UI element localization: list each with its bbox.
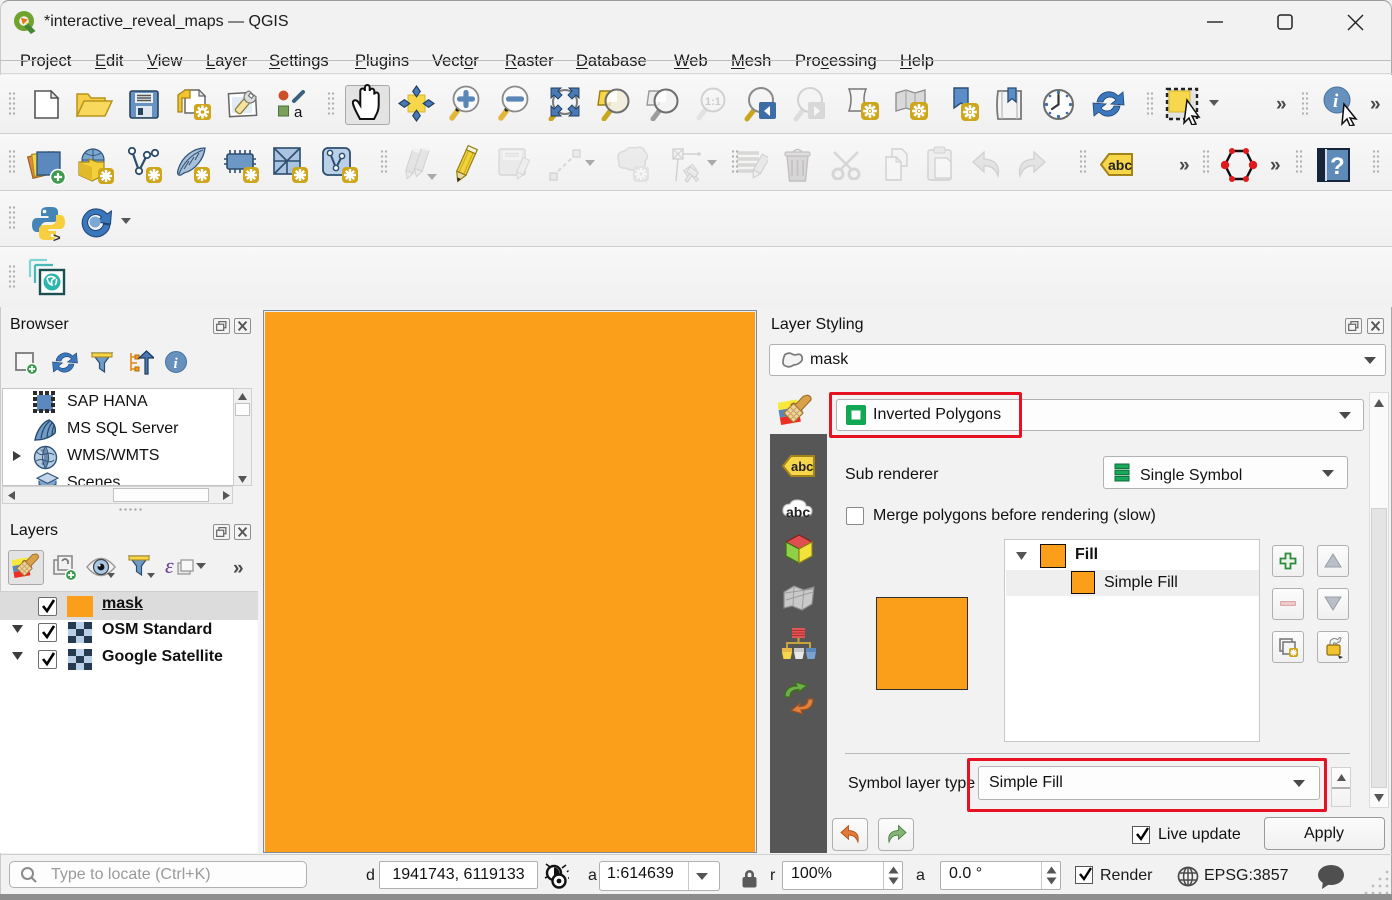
svg-text:abc: abc [786,504,810,520]
svg-text:?: ? [1330,153,1345,180]
svg-text:>: > [53,230,61,242]
svg-text:abc: abc [1108,157,1132,173]
svg-text:1:1: 1:1 [705,96,721,108]
svg-text:a: a [294,104,303,119]
svg-text:abc: abc [791,459,813,474]
svg-text:i: i [1333,91,1339,112]
svg-text:ε: ε [165,554,174,578]
